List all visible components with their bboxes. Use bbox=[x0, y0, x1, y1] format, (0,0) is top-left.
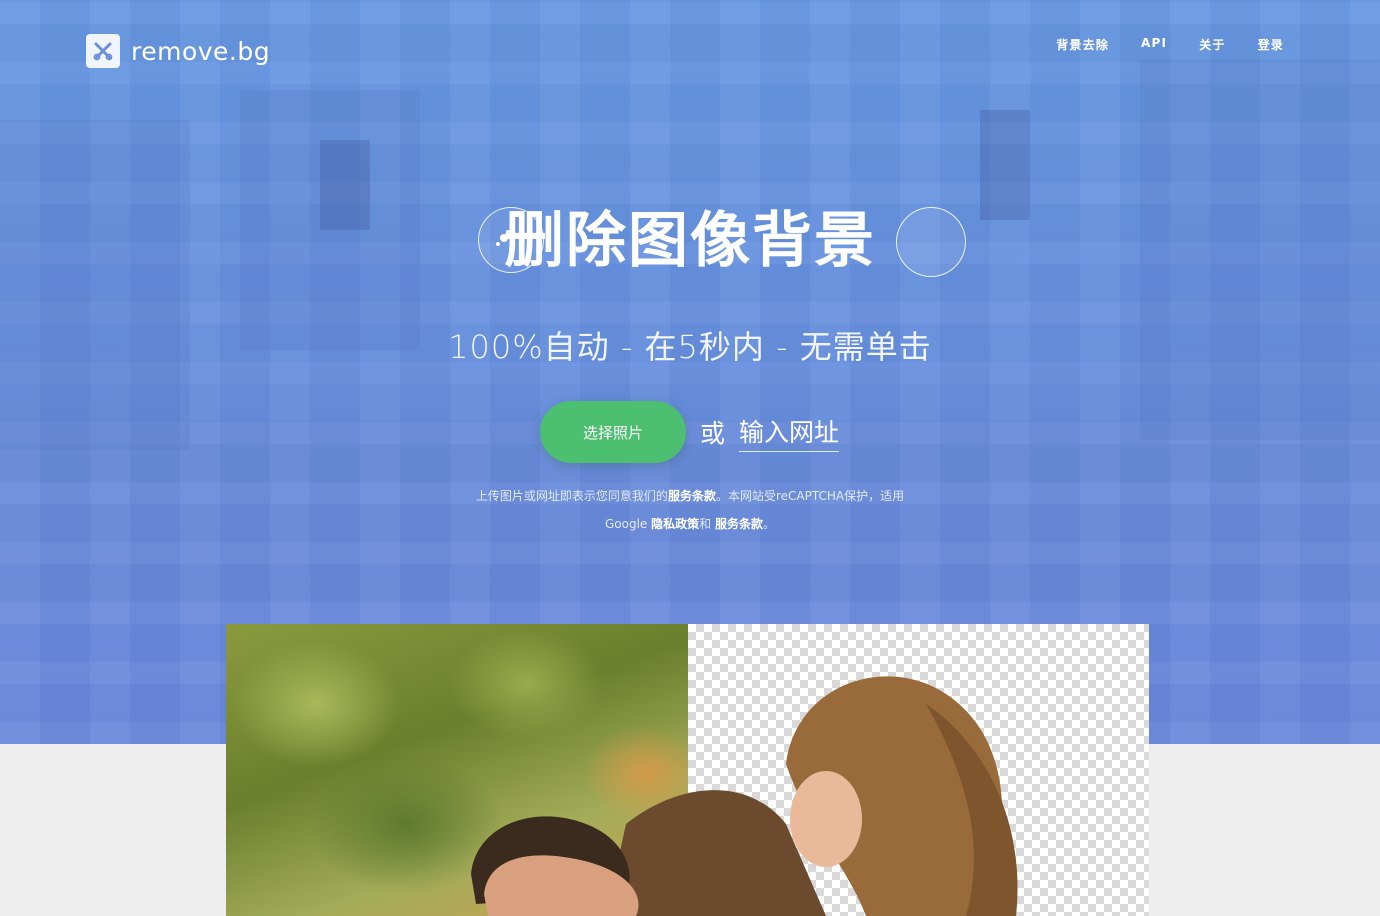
demo-people-illustration bbox=[471, 676, 1018, 916]
hero-subtitle: 100%自动 - 在5秒内 - 无需单击 bbox=[448, 328, 932, 366]
terms-link[interactable]: 服务条款 bbox=[668, 489, 716, 503]
legal-text: Google bbox=[604, 517, 652, 531]
legal-text: 。 bbox=[762, 517, 775, 531]
page-title: 删除图像背景 bbox=[504, 206, 876, 276]
legal-text: 和 bbox=[699, 517, 715, 531]
legal-notice: 上传图片或网址即表示您同意我们的服务条款。本网站受reCAPTCHA保护，适用 … bbox=[0, 482, 1380, 538]
demo-image bbox=[226, 624, 1149, 916]
legal-text: 上传图片或网址即表示您同意我们的 bbox=[475, 489, 668, 503]
logo-text: remove.bg bbox=[131, 36, 271, 66]
enter-url-link[interactable]: 输入网址 bbox=[739, 413, 840, 452]
logo[interactable]: remove.bg bbox=[86, 34, 270, 68]
google-terms-link[interactable]: 服务条款 bbox=[715, 517, 763, 531]
privacy-link[interactable]: 隐私政策 bbox=[651, 517, 699, 531]
background-building bbox=[0, 120, 190, 450]
nav-item-remove-background[interactable]: 背景去除 bbox=[1056, 36, 1109, 53]
upload-image-button[interactable]: 选择照片 bbox=[540, 401, 686, 463]
or-text: 或 bbox=[700, 419, 726, 448]
legal-text: 。本网站受reCAPTCHA保护，适用 bbox=[715, 489, 905, 503]
nav-item-login[interactable]: 登录 bbox=[1258, 36, 1284, 53]
nav-item-api[interactable]: API bbox=[1141, 36, 1167, 53]
background-traffic-light bbox=[980, 110, 1030, 220]
upload-actions: 选择照片 或 输入网址 bbox=[540, 401, 840, 463]
nav-item-about[interactable]: 关于 bbox=[1199, 36, 1225, 53]
top-nav: 背景去除 API 关于 登录 bbox=[1056, 36, 1284, 53]
legal-line-2: Google 隐私政策和 服务条款。 bbox=[0, 510, 1380, 538]
scissors-x-icon bbox=[86, 34, 120, 68]
legal-line-1: 上传图片或网址即表示您同意我们的服务条款。本网站受reCAPTCHA保护，适用 bbox=[0, 482, 1380, 510]
